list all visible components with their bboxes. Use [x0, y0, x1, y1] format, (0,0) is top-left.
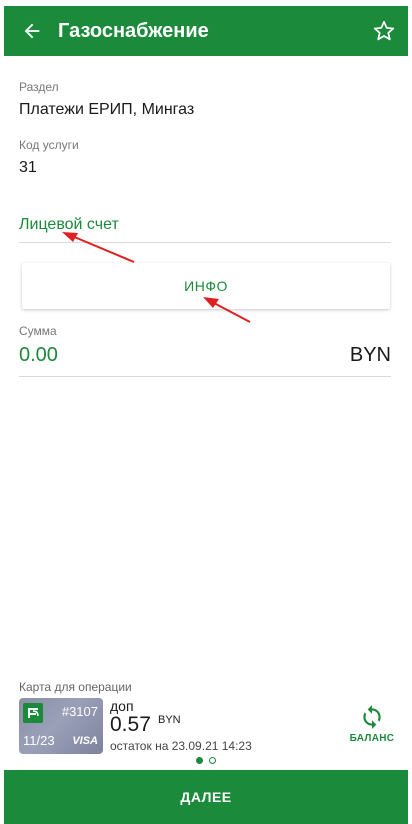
- amount-input[interactable]: 0.00: [19, 344, 58, 367]
- page-title: Газоснабжение: [58, 19, 209, 42]
- card-balance: 0.57: [110, 713, 151, 736]
- card-balance-currency: BYN: [158, 714, 181, 726]
- bank-logo-icon: [23, 703, 43, 723]
- back-button[interactable]: [10, 6, 54, 56]
- service-code-label: Код услуги: [19, 138, 79, 152]
- arrow-left-icon: [24, 23, 40, 39]
- section-label: Раздел: [19, 80, 59, 94]
- card-section-label: Карта для операции: [19, 680, 132, 694]
- card-pager: [196, 757, 216, 764]
- info-button[interactable]: ИНФО: [22, 263, 390, 309]
- pager-dot-1[interactable]: [196, 757, 203, 764]
- card-remainder-text: остаток на 23.09.21 14:23: [110, 739, 252, 753]
- card-name: доп: [110, 698, 134, 714]
- amount-currency: BYN: [349, 344, 391, 366]
- service-code-value: 31: [19, 159, 37, 176]
- pager-dot-2[interactable]: [209, 757, 216, 764]
- app-bar: Газоснабжение: [4, 6, 408, 56]
- amount-input-underline: [19, 376, 391, 377]
- annotation-arrow-account: [62, 232, 135, 263]
- section-value: Платежи ЕРИП, Мингаз: [19, 101, 195, 118]
- star-outline-icon: [373, 20, 395, 41]
- card-thumbnail[interactable]: #3107 11/23 VISA: [19, 698, 103, 754]
- card-number: #3107: [61, 704, 98, 719]
- card-expiry: 11/23: [23, 733, 55, 748]
- refresh-icon: [363, 705, 381, 729]
- account-input[interactable]: Лицевой счет: [19, 216, 119, 234]
- amount-label: Сумма: [19, 324, 57, 338]
- account-input-underline: [19, 242, 391, 243]
- balance-button[interactable]: БАЛАНС: [348, 704, 396, 750]
- favorite-button[interactable]: [362, 6, 406, 56]
- balance-button-label: БАЛАНС: [349, 733, 395, 744]
- next-button[interactable]: ДАЛЕЕ: [4, 770, 408, 824]
- card-brand: VISA: [72, 735, 98, 747]
